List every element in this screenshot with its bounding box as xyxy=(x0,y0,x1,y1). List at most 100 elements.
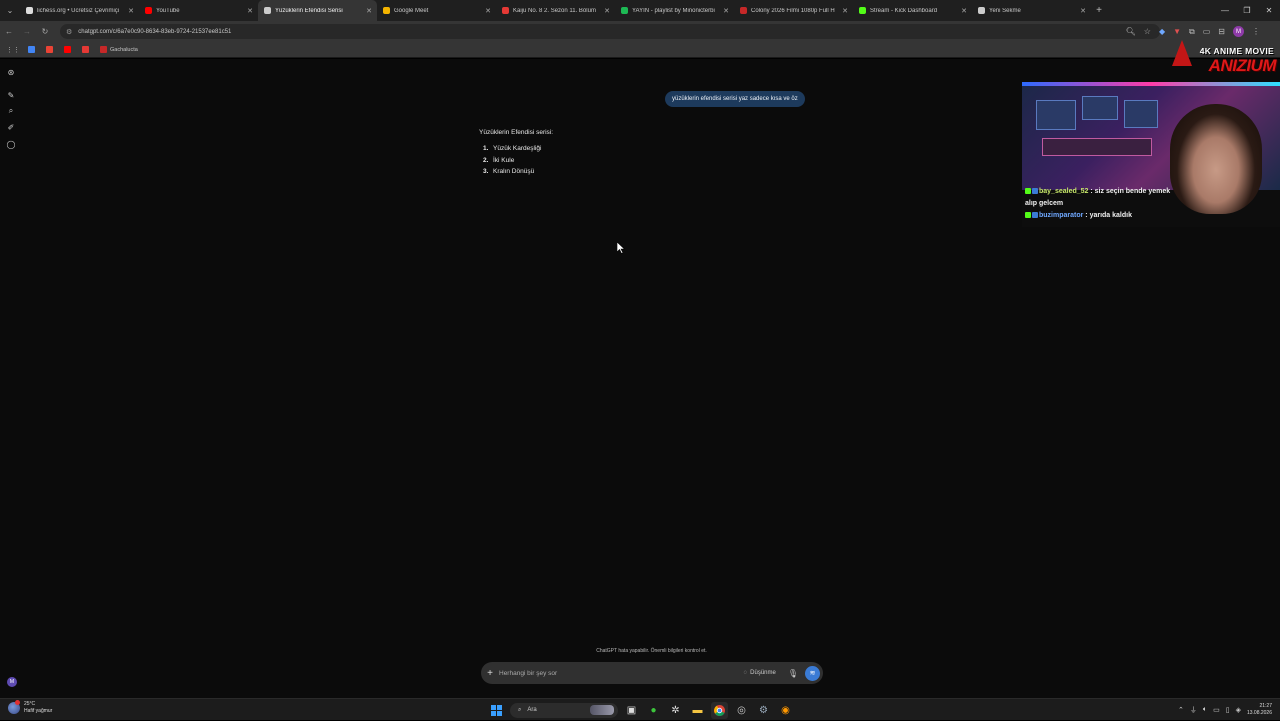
disclaimer-text: ChatGPT hata yapabilir. Önemli bilgileri… xyxy=(596,648,707,654)
tab-close-icon[interactable]: ✕ xyxy=(485,7,491,15)
weather-widget[interactable]: 25°C Hafif yağmur xyxy=(8,700,52,715)
streamer-webcam xyxy=(1170,104,1262,214)
monitor-icon[interactable]: ▭ xyxy=(1213,706,1220,714)
xbox-icon[interactable]: ● xyxy=(645,702,662,719)
chatgpt-logo-icon[interactable]: ⊛ xyxy=(6,67,16,77)
file-explorer-icon[interactable]: ▬ xyxy=(689,702,706,719)
sidebar: ⊛ ✎ ⌕ ✐ ◯ M xyxy=(0,59,22,698)
task-view-icon[interactable]: ▣ xyxy=(623,702,640,719)
answer-item-number: 2. xyxy=(483,156,489,164)
address-bar-row: ← → ↻ ⚙ chatgpt.com/c/6a7e0c90-8634-83eb… xyxy=(0,21,1280,42)
tab-close-icon[interactable]: ✕ xyxy=(247,7,253,15)
bookmark-favicon-icon xyxy=(82,46,89,53)
settings-gear-icon[interactable]: ✲ xyxy=(667,702,684,719)
app-icon[interactable]: ◉ xyxy=(777,702,794,719)
bookmark-star-icon[interactable]: ☆ xyxy=(1144,27,1151,36)
bookmark-item[interactable]: Gachalucta xyxy=(100,46,138,53)
think-button[interactable]: ◌ Düşünme xyxy=(744,670,776,676)
tab-close-icon[interactable]: ✕ xyxy=(128,7,134,15)
tab-favicon-icon xyxy=(502,7,509,14)
tab-close-icon[interactable]: ✕ xyxy=(1080,7,1086,15)
composer: + ◌ Düşünme 🎙︎ ≋ xyxy=(481,662,823,684)
stream-chat-message: bay_sealed_52 : siz seçin bende yemek al… xyxy=(1025,186,1175,210)
images-icon[interactable]: ✐ xyxy=(6,122,16,132)
browser-tab[interactable]: YAYIN - playlist by Minonicterbi ✕ xyxy=(615,0,734,21)
tab-close-icon[interactable]: ✕ xyxy=(604,7,610,15)
answer-list-item: 2. İki Kule xyxy=(479,155,553,167)
search-icon: ⌕ xyxy=(518,706,522,713)
maximize-icon[interactable]: ❐ xyxy=(1236,0,1258,21)
volume-icon[interactable]: 🔈︎ xyxy=(1203,706,1207,714)
tab-close-icon[interactable]: ✕ xyxy=(723,7,729,15)
apps-grid-icon[interactable]: ⋮⋮ xyxy=(6,46,20,54)
browser-tab[interactable]: Stream - Kick Dashboard ✕ xyxy=(853,0,972,21)
browser-tab[interactable]: lichess.org • Ücretsiz Çevrimiçi ✕ xyxy=(20,0,139,21)
bookmark-favicon-icon xyxy=(46,46,53,53)
start-windows-icon[interactable] xyxy=(488,702,505,719)
close-window-icon[interactable]: ✕ xyxy=(1258,0,1280,21)
answer-item-number: 3. xyxy=(483,168,489,176)
tab-search-chevron-icon[interactable]: ⌄ xyxy=(0,0,20,21)
logo-shield-icon xyxy=(1172,40,1192,66)
zoom-icon[interactable]: 🔍︎ xyxy=(1126,27,1136,36)
profile-avatar[interactable]: M xyxy=(1233,26,1244,37)
tray-app-icon[interactable]: ◈ xyxy=(1236,706,1241,714)
tab-favicon-icon xyxy=(740,7,747,14)
minimize-icon[interactable]: — xyxy=(1214,0,1236,21)
search-chats-icon[interactable]: ⌕ xyxy=(6,106,16,116)
answer-heading: Yüzüklerin Efendisi serisi: xyxy=(479,129,554,136)
browser-tab[interactable]: Google Meet ✕ xyxy=(377,0,496,21)
url-field[interactable]: ⚙ chatgpt.com/c/6a7e0c90-8634-83eb-9724-… xyxy=(60,24,1160,39)
new-tab-button[interactable]: + xyxy=(1091,0,1107,21)
clock[interactable]: 21:27 13.08.2026 xyxy=(1247,703,1272,717)
user-avatar[interactable]: M xyxy=(7,677,17,687)
obs-icon[interactable]: ◎ xyxy=(733,702,750,719)
browser-tab[interactable]: YouTube ✕ xyxy=(139,0,258,21)
chat-username: bay_sealed_52 xyxy=(1039,188,1089,195)
taskbar-search[interactable]: ⌕ Ara xyxy=(510,702,618,718)
tray-chevron-icon[interactable]: ⌃ xyxy=(1178,706,1184,714)
browser-tab[interactable]: Colony 2026 Filmi 1080p Full H ✕ xyxy=(734,0,853,21)
tab-favicon-icon xyxy=(859,7,866,14)
extension-icon-2[interactable]: ▼ xyxy=(1173,27,1181,36)
chrome-icon[interactable] xyxy=(711,701,728,719)
answer-item-number: 1. xyxy=(483,145,489,153)
sidepanel-icon[interactable]: ▭ xyxy=(1203,27,1211,36)
bookmark-favicon-icon xyxy=(100,46,107,53)
reload-icon[interactable]: ↻ xyxy=(36,21,54,42)
browser-tab[interactable]: Yeni Sekme ✕ xyxy=(972,0,1091,21)
battery-icon[interactable]: ▯ xyxy=(1226,706,1230,714)
bookmark-item[interactable] xyxy=(46,46,56,53)
menu-kebab-icon[interactable]: ⋮ xyxy=(1252,27,1260,36)
microphone-icon[interactable]: 🎙︎ xyxy=(788,669,798,678)
tab-close-icon[interactable]: ✕ xyxy=(961,7,967,15)
voice-mode-button[interactable]: ≋ xyxy=(805,665,820,681)
steam-icon[interactable]: ⚙ xyxy=(755,702,772,719)
codex-icon[interactable]: ◯ xyxy=(6,139,16,149)
browser-tab[interactable]: Kaiju No. 8 2. Sezon 11. Bölüm ✕ xyxy=(496,0,615,21)
system-tray: ⌃ ⏚ 🔈︎ ▭ ▯ ◈ 21:27 13.08.2026 xyxy=(1178,699,1272,721)
tab-close-icon[interactable]: ✕ xyxy=(366,7,372,15)
bookmark-item[interactable] xyxy=(28,46,38,53)
bookmark-item[interactable] xyxy=(64,46,74,53)
attach-plus-icon[interactable]: + xyxy=(481,668,499,679)
tab-label: Google Meet xyxy=(394,7,429,14)
site-info-icon[interactable]: ⚙ xyxy=(66,28,72,36)
logo-top-text: 4K ANIME MOVIE xyxy=(1199,46,1274,56)
back-icon[interactable]: ← xyxy=(0,21,18,42)
tab-close-icon[interactable]: ✕ xyxy=(842,7,848,15)
network-icon[interactable]: ⏚ xyxy=(1190,705,1197,715)
cast-icon[interactable]: ⊟ xyxy=(1218,27,1225,36)
prompt-input[interactable] xyxy=(499,669,744,677)
tab-label: Stream - Kick Dashboard xyxy=(870,7,938,14)
new-chat-icon[interactable]: ✎ xyxy=(6,90,16,100)
browser-tab[interactable]: Yüzüklerin Efendisi Serisi ✕ xyxy=(258,0,377,21)
browser-tab-strip: ⌄ lichess.org • Ücretsiz Çevrimiçi ✕ YouTu… xyxy=(0,0,1280,21)
answer-list-item: 1. Yüzük Kardeşliği xyxy=(479,143,553,155)
extension-icon[interactable]: ◆ xyxy=(1159,27,1165,36)
stream-chat: bay_sealed_52 : siz seçin bende yemek al… xyxy=(1025,186,1175,222)
forward-icon[interactable]: → xyxy=(18,21,36,42)
tab-favicon-icon xyxy=(383,7,390,14)
extensions-puzzle-icon[interactable]: ⧉ xyxy=(1189,27,1195,37)
bookmark-item[interactable] xyxy=(82,46,92,53)
